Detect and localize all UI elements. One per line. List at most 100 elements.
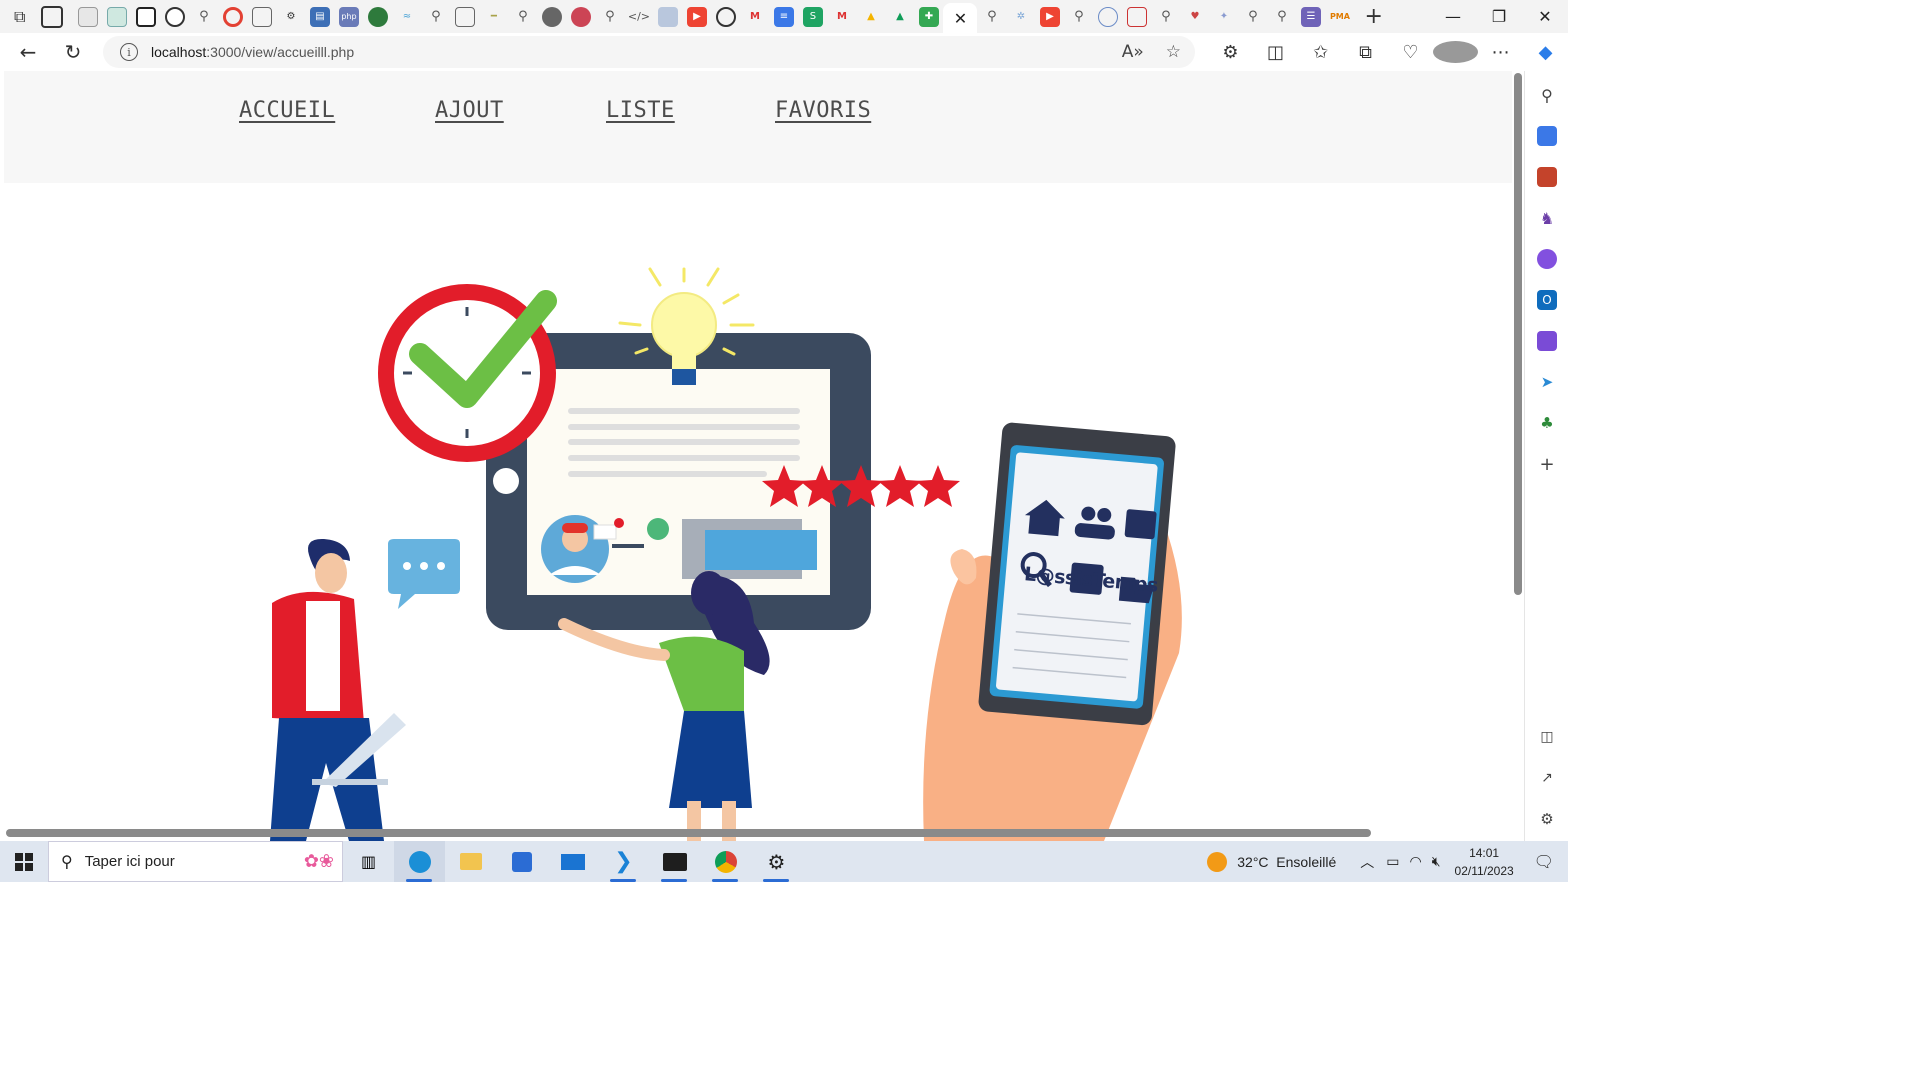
tab-favicon-search-icon[interactable]: ⚲ xyxy=(194,7,214,27)
tab-favicon-script-icon[interactable] xyxy=(135,6,156,27)
tab-favicon-globe-icon[interactable] xyxy=(367,6,388,27)
tab-favicon-heart-icon[interactable]: ♥ xyxy=(1185,7,1205,27)
tab-favicon-document-icon[interactable] xyxy=(454,6,475,27)
tab-favicon-chatgpt-icon[interactable] xyxy=(106,6,127,27)
tab-favicon-ruler-icon[interactable]: ━ xyxy=(484,7,504,27)
sidebar-panel-icon[interactable]: ◫ xyxy=(1537,727,1557,747)
tab-favicon-google-drive-icon[interactable]: ▲ xyxy=(890,7,910,27)
site-info-icon[interactable]: i xyxy=(120,43,138,61)
reload-button[interactable]: ↻ xyxy=(55,37,91,67)
tab-favicon-search-icon[interactable]: ⚲ xyxy=(513,7,533,27)
tab-favicon-youtube-icon[interactable]: ▶ xyxy=(1039,6,1060,27)
tab-favicon-sheets-icon[interactable]: S xyxy=(802,6,823,27)
sidebar-tree-icon[interactable]: ♣ xyxy=(1537,413,1557,433)
sidebar-toolbox-icon[interactable] xyxy=(1537,167,1557,187)
tab-favicon-search-icon[interactable]: ⚲ xyxy=(1243,7,1263,27)
minimize-button[interactable]: — xyxy=(1430,0,1476,33)
taskbar-vscode[interactable]: ❯ xyxy=(598,841,649,882)
favorite-star-icon[interactable]: ☆ xyxy=(1166,42,1181,62)
sidebar-settings-icon[interactable]: ⚙ xyxy=(1537,809,1557,829)
tab-favicon-search-icon[interactable]: ⚲ xyxy=(426,7,446,27)
volume-muted-icon[interactable]: 🔇︎ xyxy=(1432,853,1441,870)
tab-favicon-search-icon[interactable]: ⚲ xyxy=(982,7,1002,27)
sidebar-tag-icon[interactable] xyxy=(1537,126,1557,146)
workspaces-icon[interactable]: ⧉ xyxy=(14,7,25,27)
weather-text[interactable]: 32°C Ensoleillé xyxy=(1237,854,1336,870)
battery-icon[interactable]: ▭ xyxy=(1386,853,1399,870)
sidebar-designer-icon[interactable] xyxy=(1537,331,1557,351)
tab-favicon-wave-icon[interactable]: ≈ xyxy=(397,7,417,27)
notifications-icon[interactable]: 🗨︎ xyxy=(1534,852,1554,872)
taskbar-terminal[interactable] xyxy=(649,841,700,882)
taskbar-edge[interactable] xyxy=(394,841,445,882)
taskbar-chrome[interactable] xyxy=(700,841,751,882)
sidebar-chess-icon[interactable]: ♞ xyxy=(1537,208,1557,228)
tab-favicon-gem-icon[interactable] xyxy=(570,6,591,27)
tab-favicon-search-icon[interactable]: ⚲ xyxy=(1272,7,1292,27)
taskbar-mail[interactable] xyxy=(547,841,598,882)
taskbar-file-explorer[interactable] xyxy=(445,841,496,882)
new-tab-button[interactable]: + xyxy=(1364,4,1382,29)
copilot-icon[interactable]: ◆ xyxy=(1523,42,1568,63)
restore-button[interactable]: ❐ xyxy=(1476,0,1522,33)
vertical-scrollbar[interactable] xyxy=(1514,73,1522,595)
tab-favicon-shield-icon[interactable] xyxy=(541,6,562,27)
task-view-button[interactable]: ▥ xyxy=(343,841,394,882)
sidebar-send-icon[interactable]: ➤ xyxy=(1537,372,1557,392)
extensions-icon[interactable]: ⚙ xyxy=(1208,42,1253,63)
sidebar-add-icon[interactable]: + xyxy=(1537,454,1557,475)
taskbar-search[interactable]: ⚲ Taper ici pour ✿❀ xyxy=(48,841,343,882)
nav-link-ajout[interactable]: AJOUT xyxy=(435,98,504,123)
wifi-icon[interactable]: ◠ xyxy=(1409,853,1421,870)
favorites-icon[interactable]: ✩ xyxy=(1298,42,1343,63)
back-button[interactable]: ← xyxy=(10,37,46,67)
sidebar-outlook-icon[interactable]: O xyxy=(1537,290,1557,310)
tab-favicon-star-icon[interactable]: ✦ xyxy=(1214,7,1234,27)
tab-favicon-settings-icon[interactable]: ✲ xyxy=(1011,7,1031,27)
nav-link-favoris[interactable]: FAVORIS xyxy=(775,98,871,123)
close-window-button[interactable]: ✕ xyxy=(1522,0,1568,33)
more-options-icon[interactable]: ⋯ xyxy=(1478,42,1523,63)
tab-favicon-pdf-icon[interactable] xyxy=(1126,6,1147,27)
collections-icon[interactable]: ⧉ xyxy=(1343,42,1388,63)
show-hidden-icons-icon[interactable]: ︿ xyxy=(1360,852,1374,872)
tab-favicon-github-icon[interactable] xyxy=(164,6,185,27)
taskbar-store[interactable] xyxy=(496,841,547,882)
tab-favicon-blue-doc-icon[interactable]: ▤ xyxy=(309,6,330,27)
nav-link-liste[interactable]: LISTE xyxy=(606,98,675,123)
tab-favicon-search-icon[interactable]: ⚲ xyxy=(1069,7,1089,27)
url-field[interactable]: i localhost:3000/view/accueilll.php A» ☆ xyxy=(103,36,1195,68)
sidebar-external-icon[interactable]: ↗ xyxy=(1537,768,1557,788)
tab-favicon-gmail-icon[interactable]: M xyxy=(832,7,852,27)
sidebar-search-icon[interactable]: ⚲ xyxy=(1537,85,1557,105)
taskbar-clock[interactable]: 14:01 02/11/2023 xyxy=(1455,844,1514,880)
tab-favicon-list-icon[interactable]: ☰ xyxy=(1300,6,1321,27)
start-button[interactable] xyxy=(0,841,48,882)
sidebar-office-icon[interactable] xyxy=(1537,249,1557,269)
active-tab[interactable]: ✕ xyxy=(943,3,978,33)
performance-icon[interactable]: ♡ xyxy=(1388,42,1433,63)
tab-favicon-code-icon[interactable]: </> xyxy=(628,7,650,27)
tab-favicon-document-icon[interactable] xyxy=(251,6,272,27)
tab-favicon-gmail-icon[interactable]: M xyxy=(745,7,765,27)
tab-favicon-chat-icon[interactable] xyxy=(657,6,678,27)
tab-favicon-document-icon[interactable] xyxy=(77,6,98,27)
nav-link-accueil[interactable]: ACCUEIL xyxy=(239,98,335,123)
read-aloud-icon[interactable]: A» xyxy=(1122,42,1144,62)
tab-favicon-php-icon[interactable]: php xyxy=(338,6,359,27)
tab-favicon-google-icon[interactable] xyxy=(222,6,243,27)
tab-favicon-github-icon[interactable] xyxy=(715,6,736,27)
tab-favicon-globe-icon[interactable] xyxy=(1097,6,1118,27)
tab-favicon-gear-icon[interactable]: ⚙ xyxy=(281,7,301,27)
tab-favicon-search-icon[interactable]: ⚲ xyxy=(600,7,620,27)
taskbar-settings[interactable]: ⚙ xyxy=(751,841,802,882)
profile-avatar[interactable] xyxy=(1433,41,1478,63)
tab-favicon-search-icon[interactable]: ⚲ xyxy=(1156,7,1176,27)
split-screen-icon[interactable]: ◫ xyxy=(1253,42,1298,63)
tab-favicon-youtube-icon[interactable]: ▶ xyxy=(686,6,707,27)
horizontal-scrollbar[interactable] xyxy=(6,829,1371,837)
tab-favicon-phpmyadmin-icon[interactable]: PMA xyxy=(1330,7,1350,27)
tab-favicon-google-docs-icon[interactable]: ≡ xyxy=(773,6,794,27)
url-text[interactable]: localhost:3000/view/accueilll.php xyxy=(151,44,354,60)
close-tab-icon[interactable]: ✕ xyxy=(954,9,967,28)
